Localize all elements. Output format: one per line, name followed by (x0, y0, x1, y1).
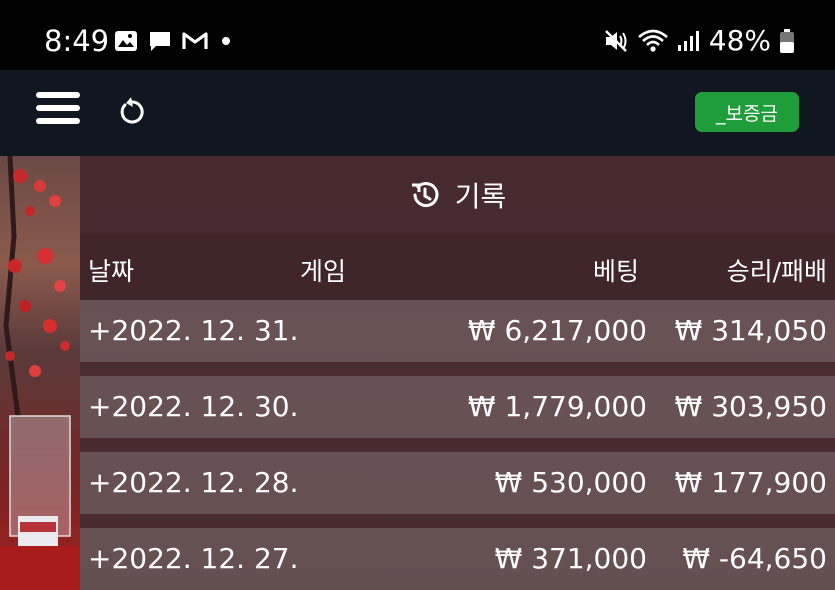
gmail-icon (182, 31, 208, 51)
dot-icon (218, 36, 234, 46)
battery-icon (779, 28, 795, 54)
row-date: +2022. 12. 30. (88, 390, 299, 423)
history-panel: 기록 날짜 게임 베팅 승리/패배 +2022. 12. 31. ₩ 6,217… (80, 156, 835, 590)
table-header: 날짜 게임 베팅 승리/패배 (80, 234, 835, 300)
row-result: ₩ 303,950 (674, 390, 827, 423)
column-header-game: 게임 (300, 257, 347, 286)
system-icons: 48% (603, 24, 795, 57)
row-bet: ₩ 1,779,000 (467, 390, 647, 423)
row-result: ₩ 314,050 (674, 314, 827, 347)
casino-background-image (0, 156, 80, 590)
row-date: +2022. 12. 28. (88, 466, 299, 499)
table-row[interactable]: +2022. 12. 31. ₩ 6,217,000 ₩ 314,050 (80, 300, 835, 362)
row-bet: ₩ 371,000 (494, 542, 647, 575)
column-header-result: 승리/패배 (726, 257, 827, 286)
image-icon (114, 30, 138, 52)
history-icon (409, 179, 441, 211)
app-bar: _보증금 (0, 70, 835, 156)
row-divider (80, 514, 835, 528)
column-header-date: 날짜 (88, 257, 135, 286)
panel-title: 기록 (454, 180, 507, 213)
table-row[interactable]: +2022. 12. 28. ₩ 530,000 ₩ 177,900 (80, 452, 835, 514)
chat-icon (148, 30, 172, 52)
wifi-icon (637, 28, 669, 54)
row-bet: ₩ 530,000 (494, 466, 647, 499)
menu-button[interactable] (36, 92, 80, 132)
signal-icon (677, 29, 701, 53)
deposit-button[interactable]: _보증금 (695, 92, 799, 132)
row-divider (80, 362, 835, 376)
column-header-bet: 베팅 (592, 257, 639, 286)
row-date: +2022. 12. 27. (88, 542, 299, 575)
status-time: 8:49 (44, 24, 110, 58)
refresh-icon[interactable] (116, 96, 148, 128)
table-row[interactable]: +2022. 12. 30. ₩ 1,779,000 ₩ 303,950 (80, 376, 835, 438)
panel-header: 기록 (80, 156, 835, 234)
row-divider (80, 438, 835, 452)
mute-icon (603, 28, 629, 54)
row-result: ₩ -64,650 (682, 542, 827, 575)
row-result: ₩ 177,900 (674, 466, 827, 499)
notification-icons (114, 30, 234, 52)
row-bet: ₩ 6,217,000 (467, 314, 647, 347)
status-bar: 8:49 48% (0, 0, 835, 70)
table-row[interactable]: +2022. 12. 27. ₩ 371,000 ₩ -64,650 (80, 528, 835, 590)
battery-percent: 48% (708, 24, 771, 57)
content: 기록 날짜 게임 베팅 승리/패배 +2022. 12. 31. ₩ 6,217… (0, 156, 835, 590)
row-date: +2022. 12. 31. (88, 314, 299, 347)
